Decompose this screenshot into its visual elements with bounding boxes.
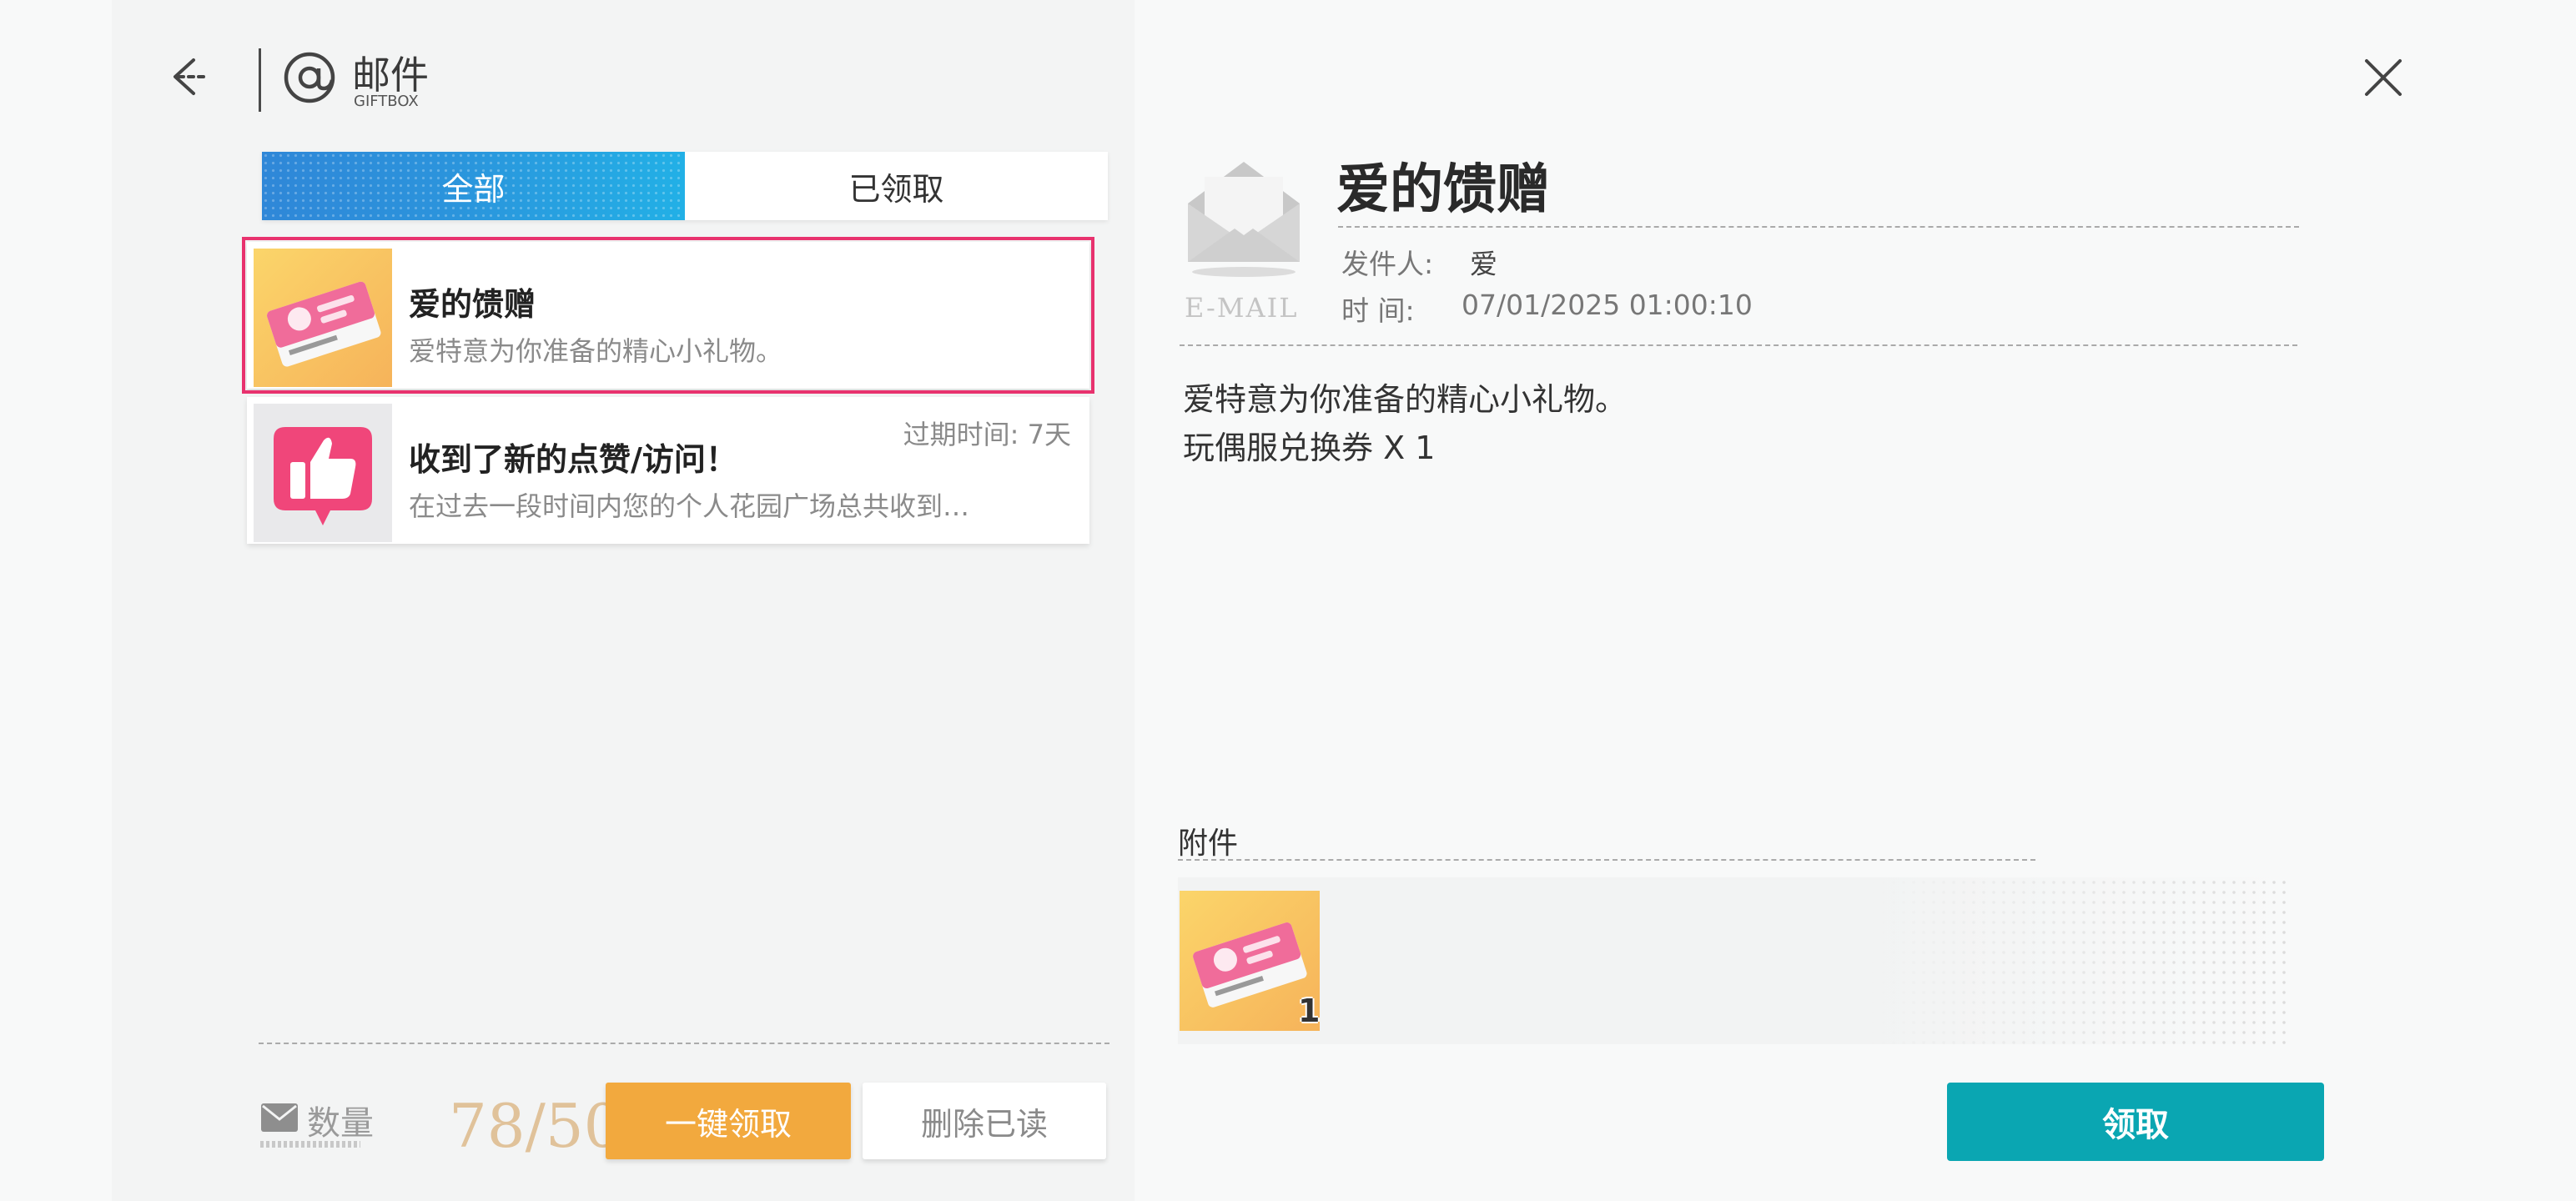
mail-list-item[interactable]: 爱的馈赠 爱特意为你准备的精心小礼物。 <box>242 237 1094 394</box>
time-value: 07/01/2025 01:00:10 <box>1462 289 1753 321</box>
title-divider <box>259 48 261 112</box>
close-button[interactable] <box>2362 57 2404 98</box>
mail-description: 在过去一段时间内您的个人花园广场总共收到… <box>409 490 970 522</box>
sender-value: 爱 <box>1470 248 1497 280</box>
tab-claimed[interactable]: 已领取 <box>685 152 1108 220</box>
claim-button[interactable]: 领取 <box>1947 1083 2324 1161</box>
tab-all[interactable]: 全部 <box>262 152 685 220</box>
title-divider-line <box>1338 226 2299 228</box>
attachment-quantity: 1 <box>1298 992 1321 1029</box>
claim-all-button[interactable]: 一键领取 <box>606 1083 851 1159</box>
back-button[interactable] <box>169 53 215 100</box>
count-label: 数量 <box>307 1104 374 1143</box>
mail-title: 收到了新的点赞/访问！ <box>409 440 737 478</box>
email-label: E-MAIL <box>1185 292 1299 324</box>
envelope-icon <box>261 1103 298 1132</box>
close-icon <box>2365 59 2402 96</box>
message-body-line: 爱特意为你准备的精心小礼物。 <box>1183 381 1628 418</box>
back-arrow-icon <box>174 58 205 95</box>
page-subtitle: GIFTBOX <box>354 93 419 110</box>
mail-expiry: 过期时间: 7天 <box>903 419 1071 450</box>
ticket-icon <box>254 249 392 387</box>
attachments-bar <box>1178 877 2287 1044</box>
mail-title: 爱的馈赠 <box>409 285 536 323</box>
detail-title: 爱的馈赠 <box>1336 158 1550 221</box>
mail-count: 78/500 <box>449 1091 609 1161</box>
header-divider-line <box>1180 344 2297 346</box>
open-envelope-icon <box>1188 162 1300 277</box>
sender-label: 发件人: <box>1341 248 1434 280</box>
thumbs-up-icon <box>254 404 392 542</box>
attachments-label: 附件 <box>1178 827 1239 861</box>
mail-list-item[interactable]: 收到了新的点赞/访问！ 在过去一段时间内您的个人花园广场总共收到… 过期时间: … <box>247 397 1089 544</box>
count-decoration <box>260 1141 360 1148</box>
delete-read-button[interactable]: 删除已读 <box>863 1083 1106 1159</box>
message-body-line: 玩偶服兑换券 X 1 <box>1183 430 1436 466</box>
time-label: 时 间: <box>1341 294 1415 327</box>
mail-tabs: 全部 已领取 <box>262 152 1108 220</box>
mail-description: 爱特意为你准备的精心小礼物。 <box>409 335 783 367</box>
at-sign-icon <box>284 52 335 103</box>
attachments-divider <box>1178 859 2035 861</box>
footer-divider <box>259 1043 1109 1044</box>
